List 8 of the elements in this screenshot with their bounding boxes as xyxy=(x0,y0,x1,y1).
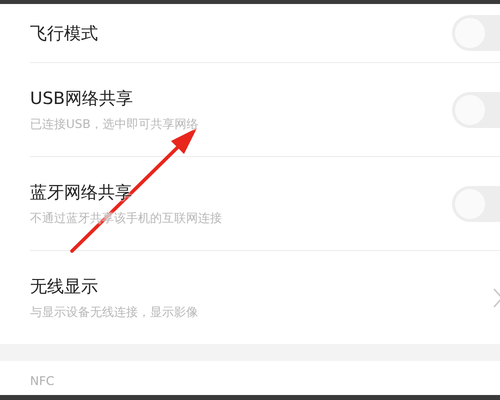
setting-description: 已连接USB，选中即可共享网络 xyxy=(30,116,200,132)
setting-title: USB网络共享 xyxy=(30,88,134,110)
setting-title: 无线显示 xyxy=(30,276,99,298)
setting-description: 与显示设备无线连接，显示影像 xyxy=(30,304,199,320)
section-header: NFC xyxy=(30,374,54,388)
setting-title: 蓝牙网络共享 xyxy=(30,182,133,204)
setting-title: 飞行模式 xyxy=(30,22,99,44)
chevron-icon xyxy=(493,288,500,308)
